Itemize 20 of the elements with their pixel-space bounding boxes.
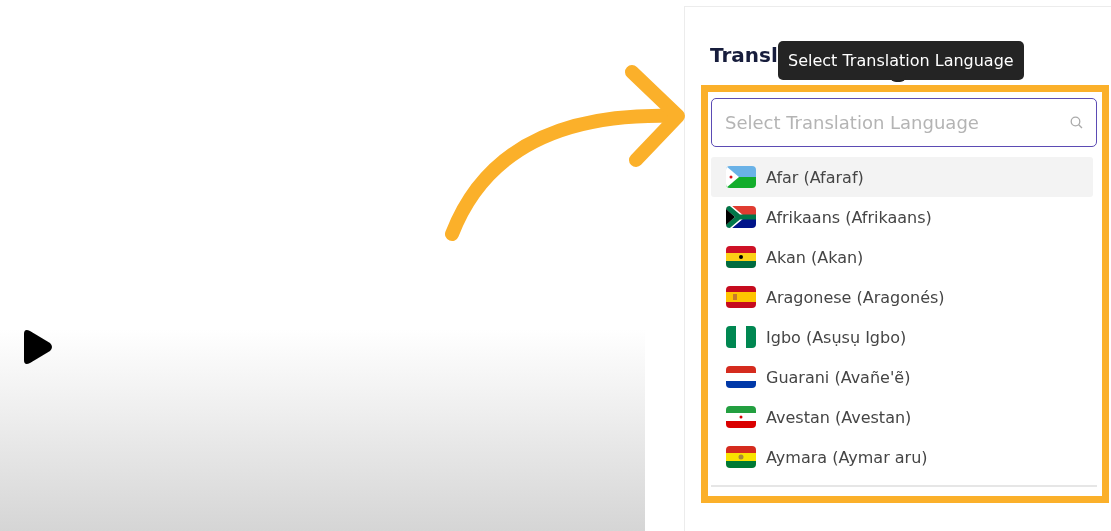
language-option[interactable]: Afrikaans (Afrikaans) bbox=[711, 197, 1093, 237]
language-option[interactable]: Akan (Akan) bbox=[711, 237, 1093, 277]
flag-icon bbox=[726, 366, 756, 388]
flag-icon bbox=[726, 206, 756, 228]
search-field[interactable]: Select Translation Language bbox=[711, 98, 1097, 147]
panel-heading: Transl bbox=[710, 43, 778, 69]
flag-icon bbox=[726, 326, 756, 348]
flag-icon bbox=[726, 446, 756, 468]
language-option[interactable]: Aymara (Aymar aru) bbox=[711, 437, 1093, 477]
language-option[interactable]: Aragonese (Aragonés) bbox=[711, 277, 1093, 317]
language-option[interactable]: Avestan (Avestan) bbox=[711, 397, 1093, 437]
flag-icon bbox=[726, 286, 756, 308]
language-option[interactable]: Igbo (Asụsụ Igbo) bbox=[711, 317, 1093, 357]
flag-icon bbox=[726, 166, 756, 188]
flag-icon bbox=[726, 406, 756, 428]
language-option[interactable]: Guarani (Avañe'ẽ) bbox=[711, 357, 1093, 397]
language-option[interactable]: Afar (Afaraf) bbox=[711, 157, 1093, 197]
tooltip: Select Translation Language bbox=[778, 41, 1024, 80]
search-icon bbox=[1070, 116, 1083, 129]
flag-icon bbox=[726, 246, 756, 268]
